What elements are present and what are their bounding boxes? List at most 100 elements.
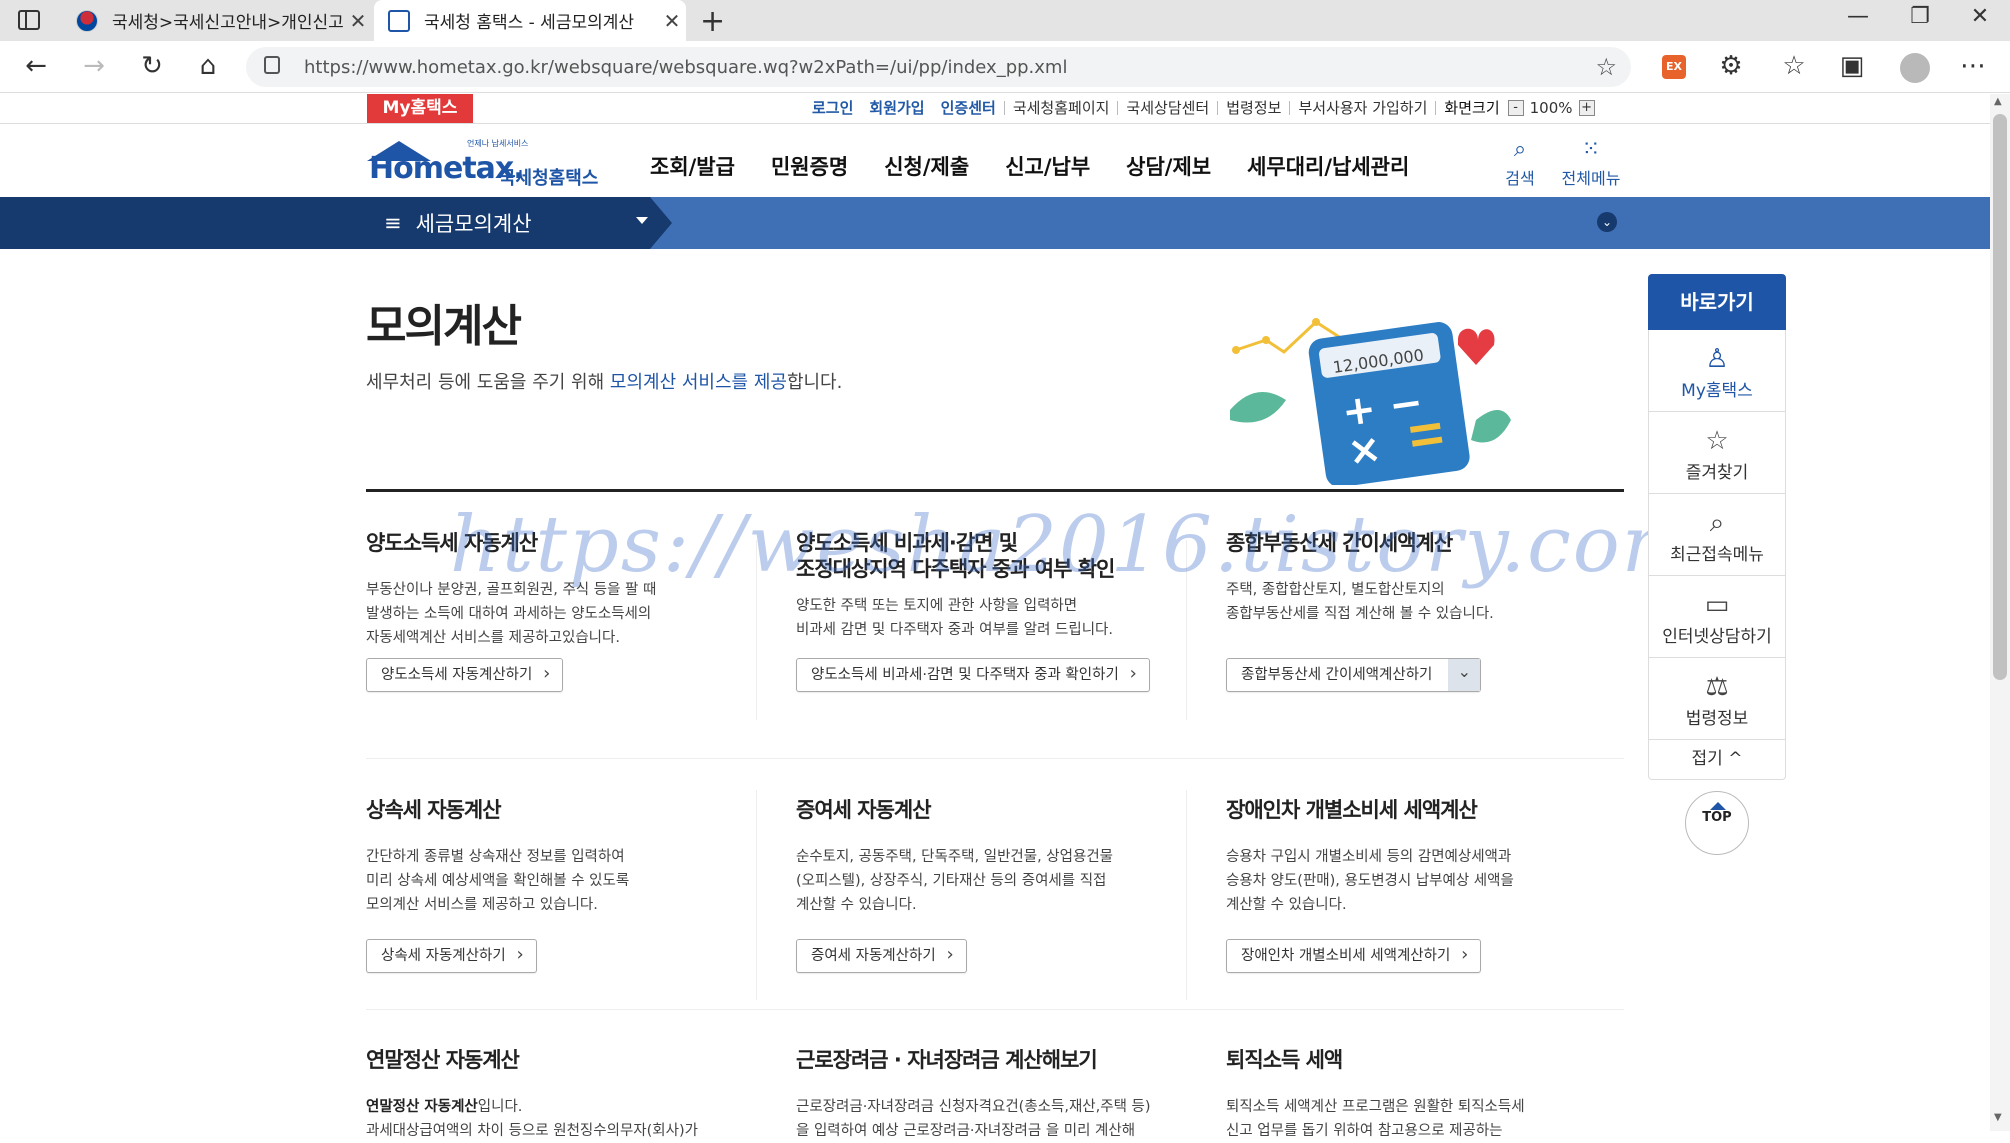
- watermark-text: https://wesha2016.tistory.com: [450, 500, 1698, 590]
- sidebar-toggle-icon[interactable]: [18, 10, 40, 30]
- card-text: 퇴직소득 세액계산 프로그램은 원활한 퇴직소득세 신고 업무를 돕기 위하여 …: [1226, 1099, 1525, 1139]
- gnb-item-consult[interactable]: 상담/제보: [1126, 151, 1211, 181]
- puzzle-extensions-icon[interactable]: ⚙: [1713, 51, 1749, 81]
- gift-tax-calc-button[interactable]: 증여세 자동계산하기: [796, 939, 967, 973]
- scroll-down-icon[interactable]: ▼: [1994, 1112, 2002, 1123]
- close-tab-icon[interactable]: ✕: [344, 9, 372, 33]
- card-text: 양도한 주택 또는 토지에 관한 사항을 입력하면 비과세 감면 및 다주택자 …: [796, 598, 1114, 638]
- card-title: 상속세 자동계산: [366, 798, 502, 822]
- profile-avatar[interactable]: [1900, 53, 1930, 83]
- extension-icon[interactable]: EX: [1662, 55, 1686, 79]
- quick-item-label: My홈택스: [1681, 381, 1753, 401]
- favorites-icon[interactable]: ☆: [1776, 51, 1812, 81]
- current-menu-selector[interactable]: ≡ 세금모의계산: [384, 208, 532, 238]
- logo-tagline: 언제나 납세서비스: [467, 139, 529, 148]
- gnb-item-agent[interactable]: 세무대리/납세관리: [1247, 151, 1409, 181]
- korea-flag-icon: [76, 9, 98, 32]
- gnb-item-apply[interactable]: 신청/제출: [884, 151, 969, 181]
- quick-my-hometax[interactable]: ♙ My홈택스: [1648, 330, 1786, 412]
- scroll-up-icon[interactable]: ▲: [1994, 96, 2002, 107]
- card-retirement-income-tax: 퇴직소득 세액 퇴직소득 세액계산 프로그램은 원활한 퇴직소득세 신고 업무를…: [1226, 1047, 1636, 1143]
- back-icon[interactable]: ←: [18, 51, 54, 81]
- page-description: 세무처리 등에 도움을 주기 위해 모의계산 서비스를 제공합니다.: [366, 368, 842, 394]
- transfer-tax-calc-button[interactable]: 양도소득세 자동계산하기: [366, 658, 564, 692]
- scroll-top-button[interactable]: TOP: [1685, 791, 1749, 855]
- scrollbar-thumb[interactable]: [1993, 114, 2007, 680]
- recent-search-icon: ⌕: [1709, 508, 1725, 538]
- card-title: 연말정산 자동계산: [366, 1048, 520, 1072]
- band-left-panel: [0, 197, 672, 249]
- band-expand-icon[interactable]: ⌄: [1597, 212, 1617, 232]
- card-text-bold: 연말정산 자동계산: [366, 1099, 478, 1115]
- hometax-favicon-icon: [388, 9, 410, 32]
- quick-item-label: 즐겨찾기: [1685, 463, 1749, 483]
- card-title: 장애인차 개별소비세 세액계산: [1226, 798, 1478, 822]
- quick-fold-button[interactable]: 접기 ^: [1648, 740, 1786, 780]
- transfer-exemption-check-button[interactable]: 양도소득세 비과세·감면 및 다주택자 중과 확인하기: [796, 658, 1150, 692]
- star-icon: ☆: [1705, 426, 1729, 456]
- hometax-logo[interactable]: 언제나 납세서비스 Hometax. 국세청홈택스: [367, 133, 607, 189]
- lock-icon: [264, 56, 280, 74]
- new-tab-icon[interactable]: +: [700, 4, 725, 39]
- more-menu-icon[interactable]: ⋯: [1955, 51, 1991, 81]
- screen-size-label: 화면크기: [1435, 101, 1507, 116]
- search-label: 검색: [1505, 169, 1535, 188]
- desc-text: 세무처리 등에 도움을 주기 위해: [366, 372, 610, 393]
- zoom-in-button[interactable]: +: [1578, 100, 1595, 116]
- quick-recent-menu[interactable]: ⌕ 최근접속메뉴: [1648, 494, 1786, 576]
- minimize-icon[interactable]: —: [1838, 4, 1878, 29]
- all-menu-label: 전체메뉴: [1561, 169, 1621, 188]
- disabled-car-tax-calc-button[interactable]: 장애인차 개별소비세 세액계산하기: [1226, 939, 1482, 973]
- search-button[interactable]: ⌕ 검색: [1480, 137, 1560, 189]
- sub-menu-band: ≡ 세금모의계산 ⌄: [0, 197, 1990, 249]
- nts-home-link[interactable]: 국세청홈페이지: [1003, 101, 1118, 116]
- global-nav: 조회/발급 민원증명 신청/제출 신고/납부 상담/제보 세무대리/납세관리: [650, 151, 1409, 181]
- maximize-icon[interactable]: ❐: [1900, 4, 1940, 29]
- zoom-out-button[interactable]: -: [1507, 100, 1524, 116]
- signup-link[interactable]: 회원가입: [861, 101, 932, 116]
- card-title: 퇴직소득 세액: [1226, 1048, 1343, 1072]
- refresh-icon[interactable]: ↻: [134, 51, 170, 81]
- quick-law-info[interactable]: ⚖ 법령정보: [1648, 658, 1786, 740]
- dropdown-caret-icon[interactable]: [636, 217, 648, 224]
- browser-tab-1[interactable]: 국세청>국세신고안내>개인신고 ✕: [62, 0, 372, 41]
- current-menu-title: 세금모의계산: [415, 212, 532, 236]
- gnb-item-certificate[interactable]: 민원증명: [771, 151, 848, 181]
- quick-favorites[interactable]: ☆ 즐겨찾기: [1648, 412, 1786, 494]
- dept-user-signup-link[interactable]: 부서사용자 가입하기: [1289, 101, 1435, 116]
- home-icon[interactable]: ⌂: [190, 51, 226, 81]
- forward-icon[interactable]: →: [76, 51, 112, 81]
- card-disabled-car-tax: 장애인차 개별소비세 세액계산 승용차 구입시 개별소비세 등의 감면예상세액과…: [1226, 797, 1636, 973]
- browser-tab-2[interactable]: 국세청 홈택스 - 세금모의계산 ✕: [374, 0, 686, 41]
- add-favorite-icon[interactable]: ☆: [1595, 53, 1617, 81]
- utility-bar: My홈택스 로그인 회원가입 인증센터 국세청홈페이지 국세상담센터 법령정보 …: [0, 94, 1990, 124]
- login-link[interactable]: 로그인: [804, 101, 861, 116]
- card-text: 승용차 구입시 개별소비세 등의 감면예상세액과 승용차 양도(판매), 용도변…: [1226, 849, 1514, 913]
- calculator-illustration: 12,000,000 + − ×: [1230, 318, 1511, 485]
- card-inheritance-tax: 상속세 자동계산 간단하게 종류별 상속재산 정보를 입력하여 미리 상속세 예…: [366, 797, 776, 973]
- card-gift-tax: 증여세 자동계산 순수토지, 공동주택, 단독주택, 일반건물, 상업용건물 (…: [796, 797, 1206, 973]
- url-text[interactable]: https://www.hometax.go.kr/websquare/webs…: [304, 57, 1067, 78]
- quick-online-consult[interactable]: ▭ 인터넷상담하기: [1648, 576, 1786, 658]
- my-hometax-button[interactable]: My홈택스: [367, 94, 473, 123]
- close-tab-icon[interactable]: ✕: [658, 9, 686, 33]
- svg-text:×: ×: [1345, 425, 1385, 475]
- tax-counsel-link[interactable]: 국세상담센터: [1117, 101, 1217, 116]
- quick-item-label: 인터넷상담하기: [1662, 627, 1772, 647]
- gnb-item-report[interactable]: 신고/납부: [1005, 151, 1090, 181]
- person-icon: ♙: [1705, 344, 1729, 374]
- property-tax-calc-select[interactable]: 종합부동산세 간이세액계산하기: [1226, 658, 1482, 692]
- monitor-icon: ▭: [1704, 590, 1730, 620]
- cert-center-link[interactable]: 인증센터: [933, 101, 1004, 116]
- gnb-item-inquiry[interactable]: 조회/발급: [650, 151, 735, 181]
- all-menu-button[interactable]: ⁙ 전체메뉴: [1551, 137, 1631, 189]
- grid-icon: ⁙: [1581, 137, 1601, 162]
- window-close-icon[interactable]: ✕: [1960, 4, 2000, 29]
- desc-text-end: 합니다.: [786, 372, 843, 393]
- collections-icon[interactable]: ▣: [1834, 51, 1870, 81]
- address-bar[interactable]: https://www.hometax.go.kr/websquare/webs…: [246, 47, 1631, 87]
- section-divider: [366, 489, 1624, 492]
- law-info-link[interactable]: 법령정보: [1217, 101, 1289, 116]
- inheritance-tax-calc-button[interactable]: 상속세 자동계산하기: [366, 939, 537, 973]
- browser-toolbar: ← → ↻ ⌂ https://www.hometax.go.kr/websqu…: [0, 41, 2010, 93]
